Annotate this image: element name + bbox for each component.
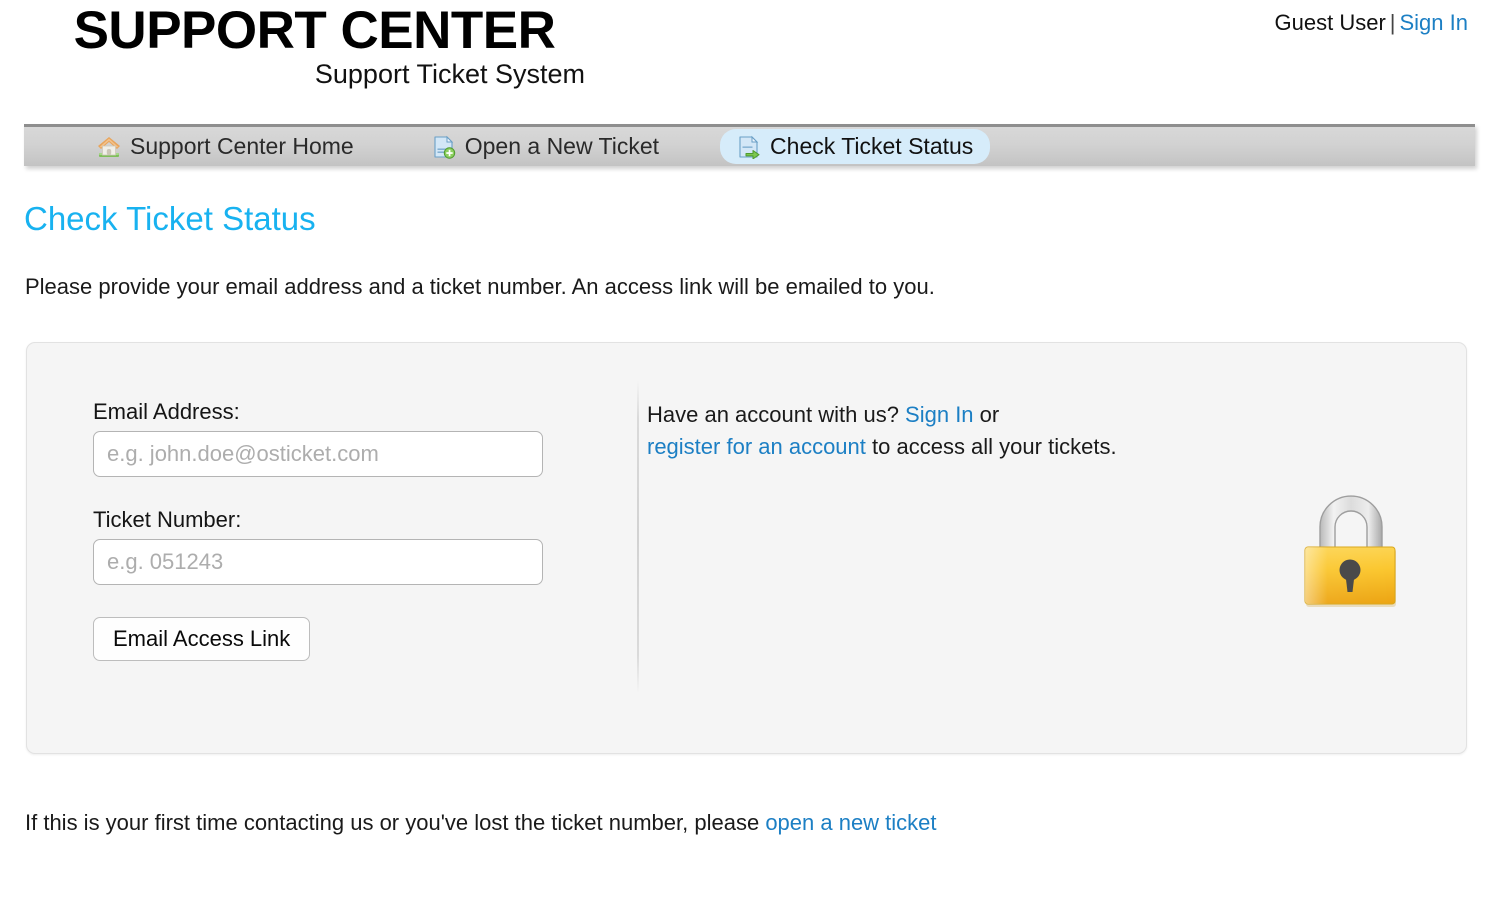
ticket-number-field-group: Ticket Number: xyxy=(93,507,610,585)
user-separator: | xyxy=(1389,10,1396,35)
nav-item-check-ticket-status[interactable]: Check Ticket Status xyxy=(720,129,991,164)
padlock-icon xyxy=(1298,483,1404,609)
sign-in-link-header[interactable]: Sign In xyxy=(1400,10,1469,35)
account-prompt: Have an account with us? Sign In or regi… xyxy=(647,399,1347,462)
nav-item-support-center-home[interactable]: Support Center Home xyxy=(80,129,371,164)
nav-item-open-a-new-ticket[interactable]: Open a New Ticket xyxy=(415,129,676,164)
nav-list: Support Center Home Open a New Ticket Ch… xyxy=(24,127,1475,166)
user-session-area: Guest User | Sign In xyxy=(1275,10,1468,36)
nav-item-label: Open a New Ticket xyxy=(464,133,660,159)
email-field-label: Email Address: xyxy=(93,399,240,424)
page-title: Check Ticket Status xyxy=(24,200,316,237)
account-tail-text: to access all your tickets. xyxy=(865,433,1117,459)
footer-note-text: If this is your first time contacting us… xyxy=(25,810,766,835)
main-navigation: Support Center Home Open a New Ticket Ch… xyxy=(24,124,1475,166)
ticket-number-field-label: Ticket Number: xyxy=(93,507,242,532)
email-input[interactable] xyxy=(93,431,543,477)
open-new-ticket-link[interactable]: open a new ticket xyxy=(765,810,936,835)
user-name-label: Guest User xyxy=(1274,10,1386,35)
nav-item-label: Support Center Home xyxy=(130,133,354,159)
account-or-text: or xyxy=(973,402,1000,427)
sign-in-link[interactable]: Sign In xyxy=(905,402,974,427)
check-status-icon xyxy=(737,135,761,159)
email-access-link-button[interactable]: Email Access Link xyxy=(93,617,311,661)
page-header: SUPPORT CENTER Support Ticket System Gue… xyxy=(0,0,1498,112)
nav-item-label: Check Ticket Status xyxy=(770,133,974,159)
logo-title: SUPPORT CENTER xyxy=(73,1,556,60)
email-field-group: Email Address: xyxy=(93,399,610,477)
panel-inner: Email Address: Ticket Number: Email Acce… xyxy=(27,343,1466,753)
register-account-link[interactable]: register for an account xyxy=(647,434,866,459)
account-info-column: Have an account with us? Sign In or regi… xyxy=(610,343,1466,753)
account-lead-text: Have an account with us? xyxy=(647,402,906,427)
logo-subtitle: Support Ticket System xyxy=(314,59,585,90)
site-logo: SUPPORT CENTER Support Ticket System xyxy=(42,1,587,90)
page-description: Please provide your email address and a … xyxy=(25,274,935,299)
new-ticket-icon xyxy=(432,135,456,159)
ticket-number-input[interactable] xyxy=(93,539,543,585)
footer-note: If this is your first time contacting us… xyxy=(25,810,937,836)
ticket-lookup-form: Email Address: Ticket Number: Email Acce… xyxy=(27,343,610,753)
home-icon xyxy=(97,135,121,159)
check-status-panel: Email Address: Ticket Number: Email Acce… xyxy=(26,342,1467,754)
